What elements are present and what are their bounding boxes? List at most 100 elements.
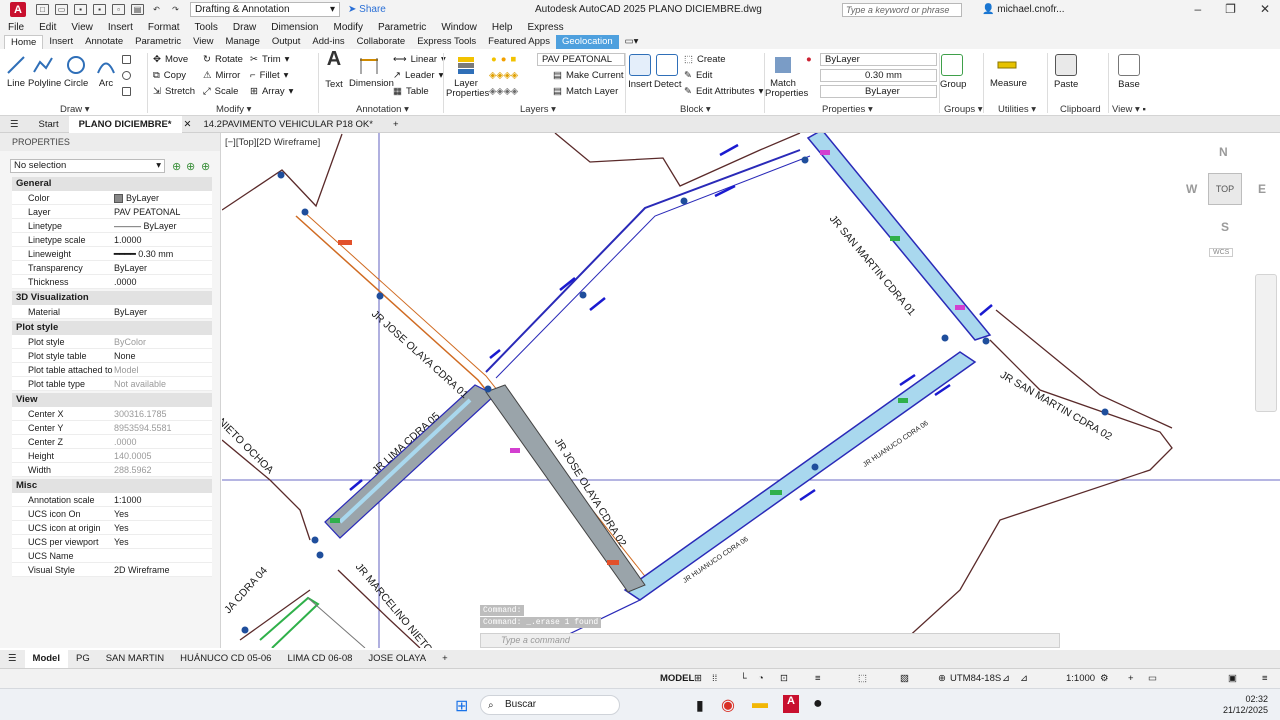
groups-panel-title[interactable]: Groups ▾ (944, 104, 983, 115)
open-icon[interactable]: ▭ (55, 4, 68, 15)
layout-tab-lima[interactable]: LIMA CD 06-08 (279, 650, 360, 668)
plot-icon[interactable]: ▤ (131, 4, 144, 15)
draw-panel-title[interactable]: Draw ▾ (60, 104, 90, 115)
tab-add-ins[interactable]: Add-ins (306, 35, 350, 49)
color-dropdown[interactable]: ByLayer (820, 53, 937, 66)
prop-row[interactable]: Center Z .0000 (12, 435, 212, 449)
workspace-switch-icon[interactable]: ⚙ (1100, 673, 1109, 684)
annotation-visibility-icon[interactable]: ⊿ (1002, 673, 1010, 684)
redo-icon[interactable]: ↷ (169, 4, 182, 15)
navigation-bar[interactable] (1255, 274, 1277, 412)
measure-button[interactable]: Measure (990, 54, 1027, 89)
add-layout-icon[interactable]: + (434, 650, 456, 668)
tab-featured-apps[interactable]: Featured Apps (482, 35, 556, 49)
create-block-button[interactable]: ⬚ Create (684, 53, 726, 66)
copy-button[interactable]: ⧉ Copy (153, 69, 186, 82)
prop-row[interactable]: Width 288.5962 (12, 463, 212, 477)
file-tab-start[interactable]: Start (29, 116, 69, 133)
undo-icon[interactable]: ↶ (150, 4, 163, 15)
prop-row[interactable]: Material ByLayer (12, 305, 212, 319)
autocad-taskbar-icon[interactable]: A (783, 695, 799, 713)
transparency-icon[interactable]: ▧ (900, 673, 909, 684)
arc-button[interactable]: Arc (95, 54, 117, 89)
prop-row[interactable]: Center Y 8953594.5581 (12, 421, 212, 435)
table-button[interactable]: ▦ Table (393, 85, 429, 98)
prop-row[interactable]: Plot table attached to Model (12, 363, 212, 377)
prop-row[interactable]: UCS Name (12, 549, 212, 563)
lineweight-icon[interactable]: ≡ (815, 673, 821, 684)
file-explorer-icon[interactable]: ▬ (752, 695, 768, 713)
layout-menu-icon[interactable]: ☰ (0, 650, 25, 668)
layout-tab-model[interactable]: Model (24, 650, 68, 668)
ribbon-options-icon[interactable]: ▭▾ (619, 35, 645, 49)
paste-button[interactable]: Paste (1054, 54, 1078, 90)
tab-collaborate[interactable]: Collaborate (351, 35, 412, 49)
viewport-controls[interactable]: [−][Top][2D Wireframe] (225, 137, 320, 148)
prop-row[interactable]: Center X 300316.1785 (12, 407, 212, 421)
system-clock[interactable]: 02:32 21/12/2025 (1223, 694, 1268, 716)
close-icon[interactable]: ✕ (1260, 2, 1270, 16)
color-picker-icon[interactable]: ● (806, 53, 812, 66)
menu-window[interactable]: Window (441, 22, 477, 33)
save-icon[interactable]: ▪ (74, 4, 87, 15)
compass-south[interactable]: S (1221, 220, 1229, 234)
compass-east[interactable]: E (1258, 182, 1266, 196)
modify-panel-title[interactable]: Modify ▾ (216, 104, 251, 115)
new-icon[interactable]: □ (36, 4, 49, 15)
fillet-button[interactable]: ⌐ Fillet ▾ (250, 69, 288, 82)
edit-block-button[interactable]: ✎ Edit (684, 69, 712, 82)
file-menu-icon[interactable]: ☰ (0, 116, 29, 133)
compass-north[interactable]: N (1219, 145, 1228, 159)
close-tab-icon[interactable]: ✕ (182, 116, 194, 133)
geolocation-icon[interactable]: ⊕ (938, 673, 946, 684)
new-tab-icon[interactable]: + (383, 116, 409, 133)
menu-express[interactable]: Express (527, 22, 563, 33)
linetype-dropdown[interactable]: ByLayer (820, 85, 937, 98)
prop-row[interactable]: Height 140.0005 (12, 449, 212, 463)
tab-insert[interactable]: Insert (43, 35, 79, 49)
layout-tab-huanuco[interactable]: HUÁNUCO CD 05-06 (172, 650, 279, 668)
insert-block-button[interactable]: Insert (628, 54, 652, 90)
section-view[interactable]: View (12, 393, 212, 407)
units-icon[interactable]: ▭ (1148, 673, 1157, 684)
search-input[interactable]: Type a keyword or phrase (842, 3, 962, 17)
menu-view[interactable]: View (71, 22, 93, 33)
auto-scale-icon[interactable]: ⊿ (1020, 673, 1028, 684)
menu-format[interactable]: Format (148, 22, 180, 33)
selection-cycling-icon[interactable]: ⬚ (858, 673, 867, 684)
prop-row[interactable]: Lineweight ━━━━ 0.30 mm (12, 247, 212, 261)
match-layer-button[interactable]: ▤ Match Layer (553, 85, 618, 98)
clipboard-panel-title[interactable]: Clipboard (1060, 104, 1101, 115)
menu-edit[interactable]: Edit (39, 22, 56, 33)
text-button[interactable]: A Text (322, 49, 346, 90)
chrome-icon[interactable]: ◉ (721, 695, 735, 715)
section-misc[interactable]: Misc (12, 479, 212, 493)
maximize-icon[interactable]: ❐ (1225, 2, 1236, 16)
prop-row[interactable]: Linetype scale 1.0000 (12, 233, 212, 247)
layer-tools-row1[interactable]: ◈◈◈◈ (489, 69, 518, 82)
layout-tab-jose-olaya[interactable]: JOSE OLAYA (360, 650, 434, 668)
group-button[interactable]: Group (940, 54, 966, 90)
grid-icon[interactable]: ⊞ (694, 673, 702, 684)
autocad-logo-icon[interactable]: A (10, 2, 26, 17)
tab-geolocation[interactable]: Geolocation (555, 35, 619, 49)
selection-dropdown[interactable]: No selection ▾ (10, 159, 165, 173)
leader-button[interactable]: ↗ Leader ▾ (393, 69, 443, 82)
prop-row[interactable]: Plot style table None (12, 349, 212, 363)
move-button[interactable]: ✥ Move (153, 53, 188, 66)
properties-panel-title[interactable]: Properties ▾ (822, 104, 873, 115)
menu-file[interactable]: File (8, 22, 24, 33)
drawing-canvas[interactable]: JR JOSE OLAYA CDRA 01 JR SAN MARTIN CDRA… (222, 133, 1280, 648)
prop-row[interactable]: Transparency ByLayer (12, 261, 212, 275)
tab-express-tools[interactable]: Express Tools (411, 35, 482, 49)
annotation-scale[interactable]: 1:1000 (1066, 673, 1095, 684)
dimension-button[interactable]: Dimension (349, 54, 394, 89)
tab-view[interactable]: View (187, 35, 219, 49)
rectangle-button[interactable] (122, 85, 131, 98)
tab-parametric[interactable]: Parametric (129, 35, 187, 49)
menu-parametric[interactable]: Parametric (378, 22, 426, 33)
array-button[interactable]: ⊞ Array ▾ (250, 85, 293, 98)
prop-row[interactable]: Plot style ByColor (12, 335, 212, 349)
menu-dimension[interactable]: Dimension (271, 22, 318, 33)
command-input[interactable]: Type a command (480, 633, 1060, 648)
